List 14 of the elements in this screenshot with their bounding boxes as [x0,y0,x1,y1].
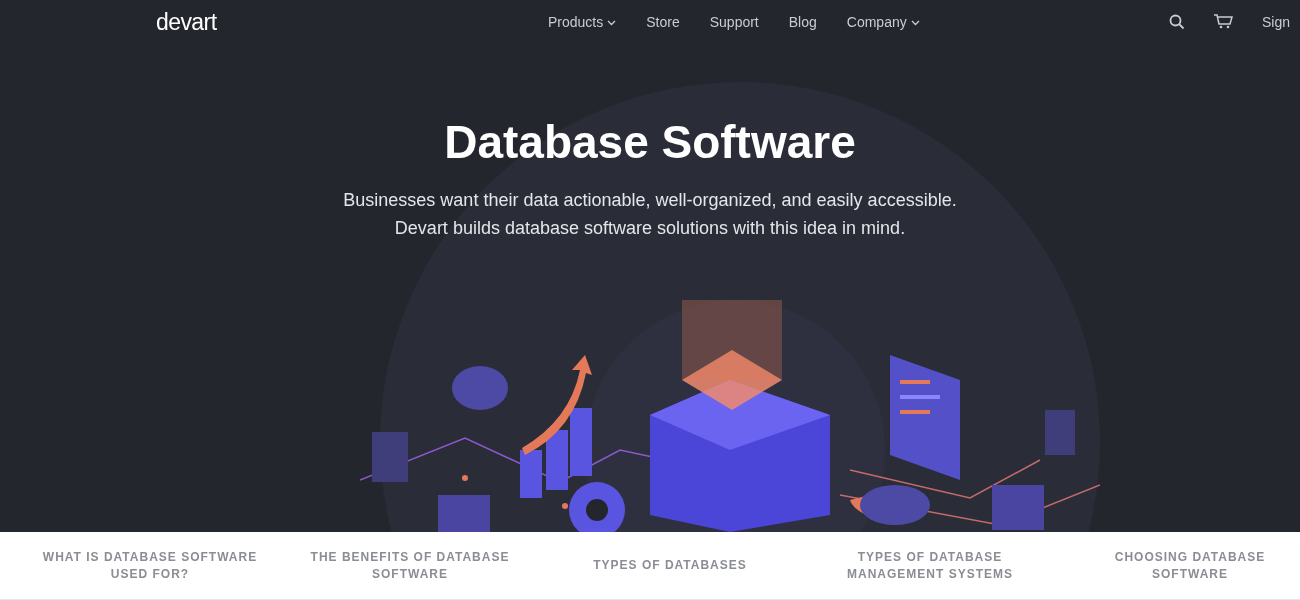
cart-icon[interactable] [1213,14,1234,29]
chevron-down-icon [910,19,920,26]
nav-link[interactable]: Blog [788,12,817,33]
hero-subtitle: Devart builds database software solutions with this idea in mind. [394,217,906,240]
chevron-down-icon [607,19,617,26]
nav-link[interactable]: Products [548,12,617,33]
hero-subtitle: Businesses want their data actionable, well-organized, and easily accessible. [343,189,957,212]
nav-link[interactable]: Support [709,12,759,33]
search-icon[interactable] [1169,14,1185,30]
hero-title: Database Software [443,115,857,170]
devart-logo[interactable]: devart [156,5,217,40]
sign-in-link[interactable]: Sign [1262,12,1291,33]
nav-link[interactable]: Store [646,12,680,33]
nav-link[interactable]: Company [846,12,920,33]
